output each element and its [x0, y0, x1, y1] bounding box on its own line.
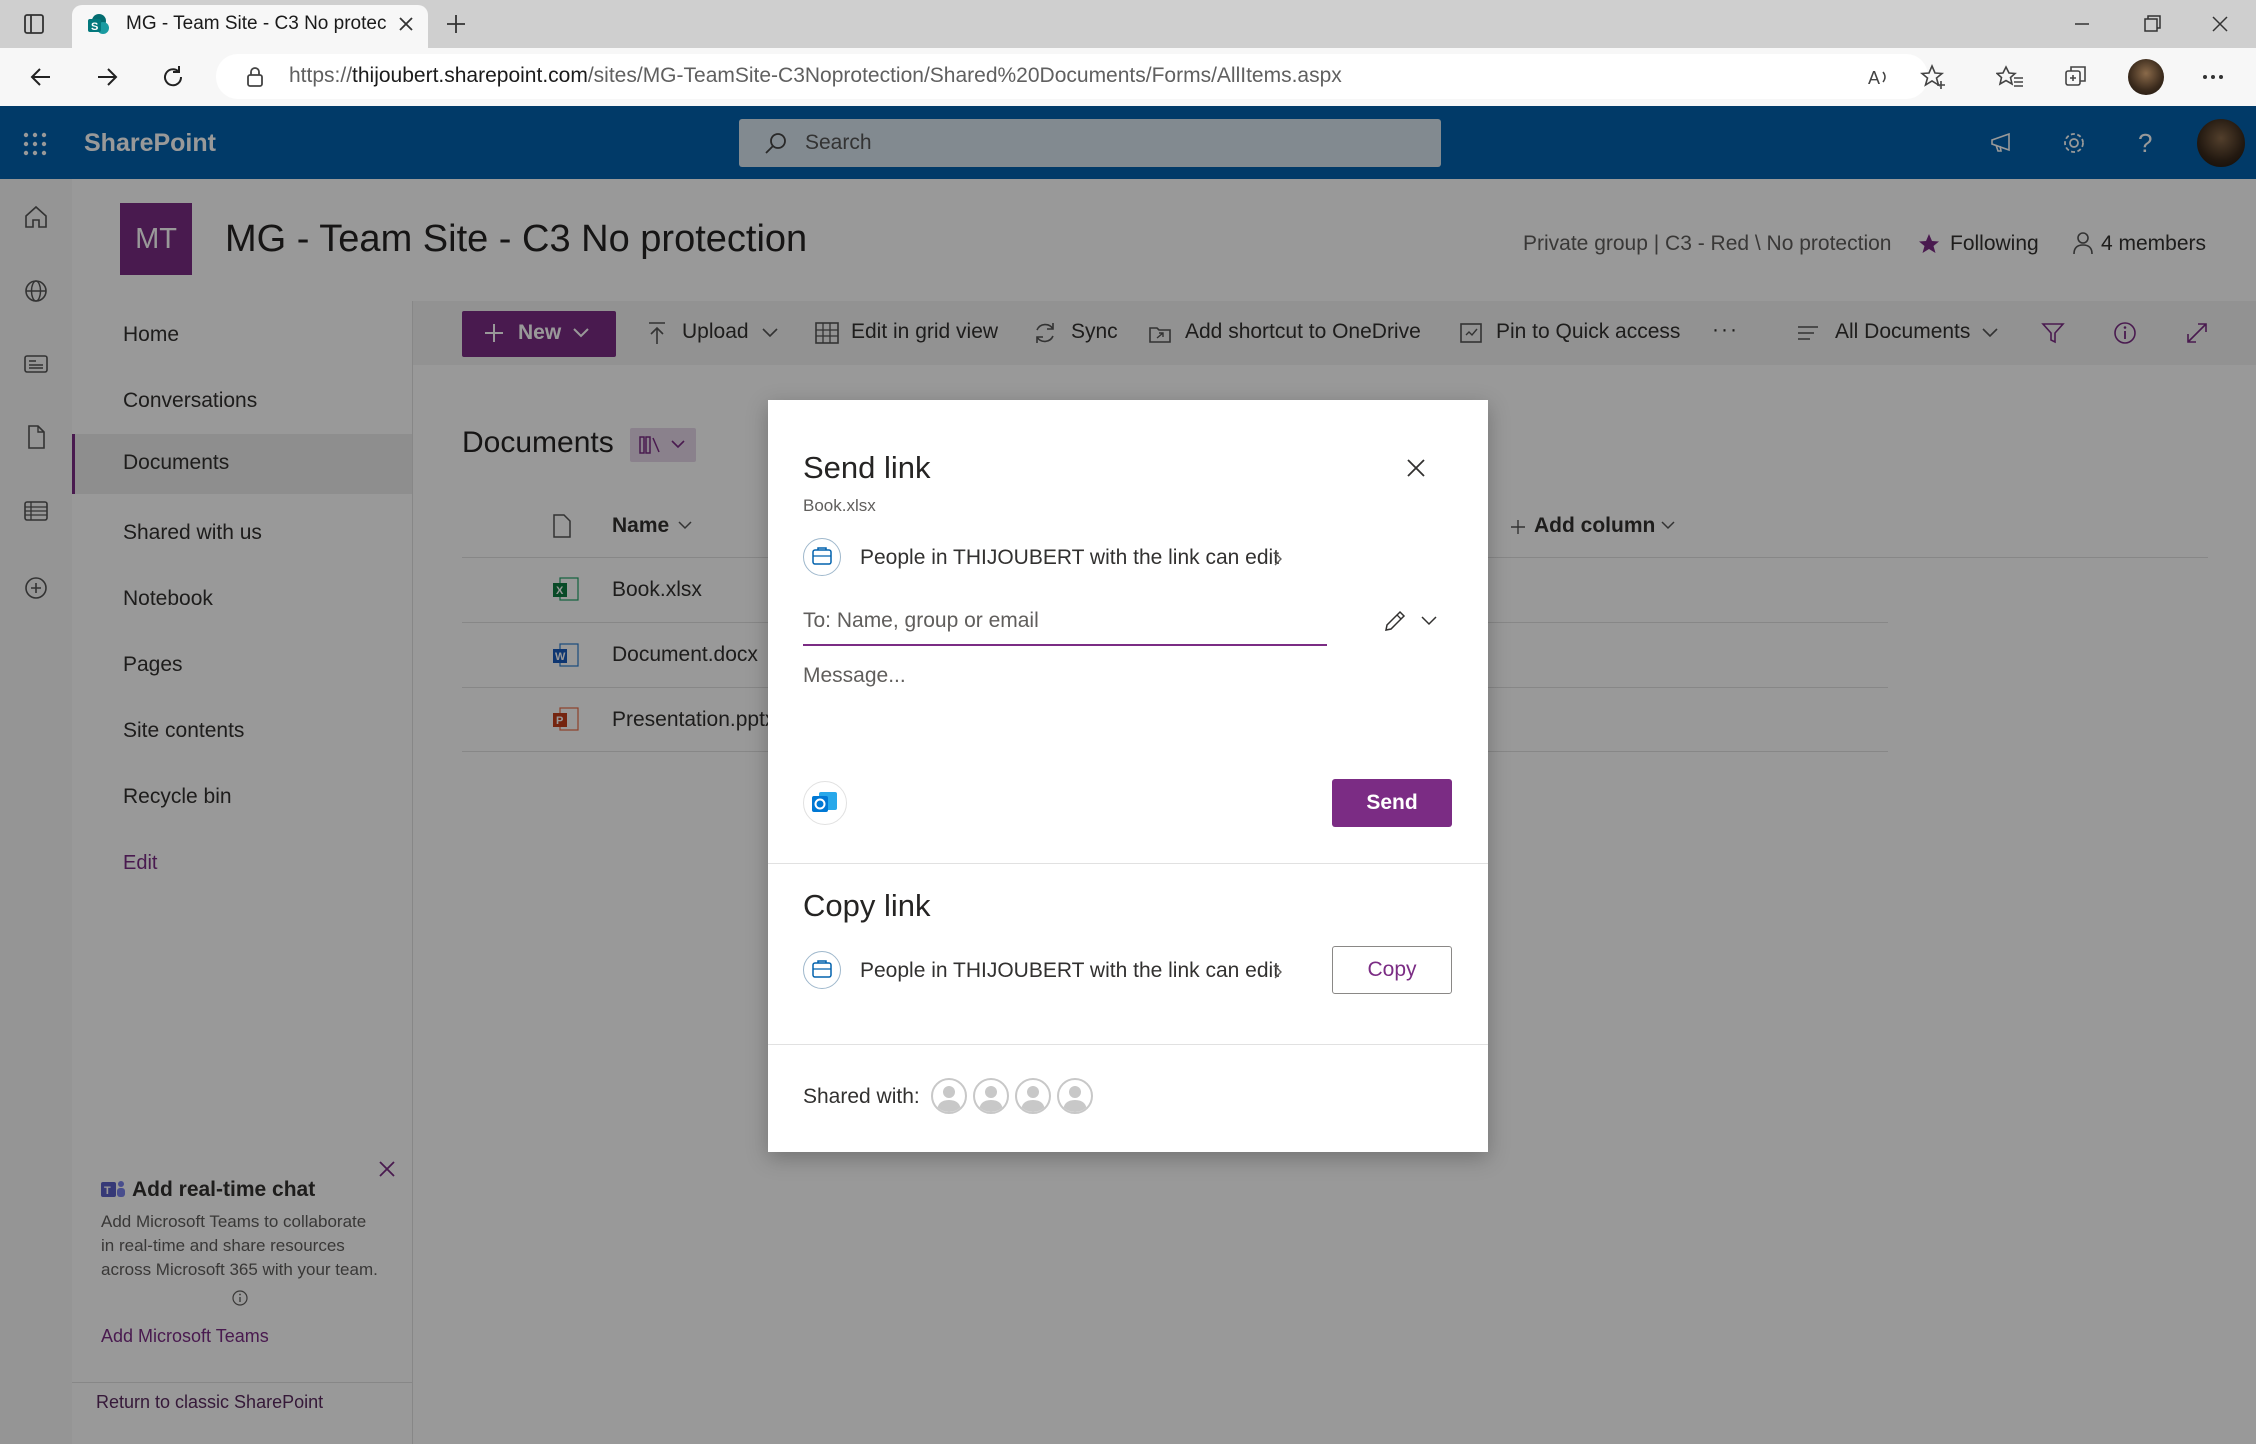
- copy-link-title: Copy link: [803, 888, 931, 923]
- link-permission-setting[interactable]: People in THIJOUBERT with the link can e…: [860, 546, 1279, 570]
- edit-permission-pencil-icon[interactable]: [1382, 608, 1408, 634]
- recipients-input[interactable]: [803, 598, 1327, 646]
- tab-title: MG - Team Site - C3 No protecti: [126, 13, 386, 34]
- copy-button[interactable]: Copy: [1332, 946, 1452, 994]
- forward-icon[interactable]: [94, 64, 120, 90]
- file-name-label: Book.xlsx: [803, 496, 876, 515]
- shared-user-avatar[interactable]: [931, 1078, 967, 1114]
- collections-icon[interactable]: [2063, 64, 2089, 90]
- outlook-icon[interactable]: [803, 781, 847, 825]
- lock-icon[interactable]: [244, 65, 266, 89]
- refresh-icon[interactable]: [160, 64, 186, 90]
- back-icon[interactable]: [28, 64, 54, 90]
- send-link-title: Send link: [803, 450, 931, 485]
- browser-menu-icon[interactable]: [2200, 64, 2226, 90]
- window-close-icon[interactable]: [2208, 12, 2232, 36]
- chevron-down-icon[interactable]: [1420, 614, 1438, 628]
- shared-user-avatar[interactable]: [973, 1078, 1009, 1114]
- minimize-icon[interactable]: [2070, 14, 2094, 34]
- sharepoint-favicon-icon: S: [86, 13, 110, 37]
- shared-user-avatar[interactable]: [1057, 1078, 1093, 1114]
- close-icon[interactable]: [1404, 456, 1428, 480]
- tab-actions-icon[interactable]: [22, 12, 46, 36]
- share-dialog: Send link Book.xlsx People in THIJOUBERT…: [768, 400, 1488, 1152]
- shared-user-avatar[interactable]: [1015, 1078, 1051, 1114]
- link-settings-icon[interactable]: [803, 951, 841, 989]
- shared-with-label: Shared with:: [803, 1085, 920, 1108]
- message-input[interactable]: [803, 664, 1423, 744]
- chevron-right-icon[interactable]: [1271, 550, 1285, 568]
- svg-text:S: S: [91, 21, 98, 33]
- send-button[interactable]: Send: [1332, 779, 1452, 827]
- dialog-divider: [768, 1044, 1488, 1045]
- favorites-icon[interactable]: [1996, 64, 2024, 90]
- dialog-divider: [768, 863, 1488, 864]
- add-favorite-icon[interactable]: [1920, 63, 1948, 91]
- svg-text:A: A: [1868, 68, 1880, 88]
- chevron-right-icon[interactable]: [1271, 963, 1285, 981]
- copy-link-permission-setting[interactable]: People in THIJOUBERT with the link can e…: [860, 959, 1279, 983]
- profile-avatar[interactable]: [2128, 59, 2164, 95]
- link-settings-icon[interactable]: [803, 538, 841, 576]
- new-tab-icon[interactable]: [444, 12, 468, 36]
- restore-icon[interactable]: [2140, 12, 2164, 36]
- url-text[interactable]: https://thijoubert.sharepoint.com/sites/…: [289, 64, 1342, 88]
- tab-close-icon[interactable]: [396, 14, 416, 34]
- read-aloud-icon[interactable]: A: [1866, 64, 1892, 90]
